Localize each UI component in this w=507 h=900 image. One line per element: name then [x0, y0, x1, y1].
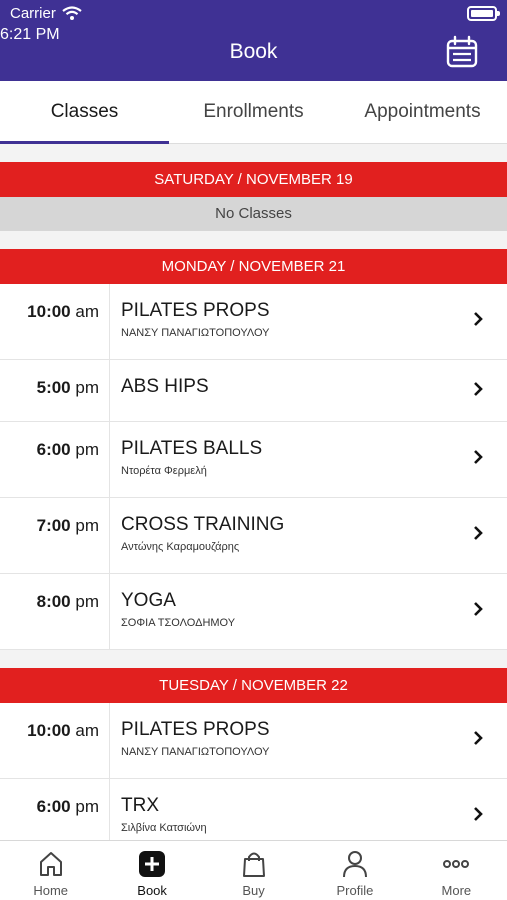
- tabbar-buy[interactable]: Buy: [203, 841, 304, 900]
- nav-header: Carrier 6:21 PM Book: [0, 0, 507, 81]
- user-icon: [342, 851, 367, 878]
- day-header: MONDAY / NOVEMBER 21: [0, 249, 507, 284]
- bottom-tab-bar: Home Book Buy Profile More: [0, 840, 507, 900]
- tabbar-more[interactable]: More: [406, 841, 507, 900]
- class-time: 5:00 pm: [0, 360, 110, 421]
- class-name: ABS HIPS: [121, 376, 209, 397]
- shopping-bag-icon: [242, 852, 265, 877]
- class-row[interactable]: 6:00 pm TRX Σιλβίνα Κατσιώνη: [0, 779, 507, 840]
- battery-icon: [467, 5, 500, 21]
- status-bar: Carrier: [0, 0, 507, 26]
- wifi-icon: [62, 6, 82, 20]
- class-schedule-list[interactable]: SATURDAY / NOVEMBER 19 No Classes MONDAY…: [0, 144, 507, 840]
- class-time: 7:00 pm: [0, 498, 110, 573]
- chevron-right-icon: [474, 450, 483, 464]
- chevron-right-icon: [474, 382, 483, 396]
- class-row[interactable]: 10:00 am PILATES PROPS ΝΑΝΣΥ ΠΑΝΑΓΙΩΤΟΠΟ…: [0, 703, 507, 779]
- class-instructor: Σιλβίνα Κατσιώνη: [121, 822, 207, 834]
- chevron-right-icon: [474, 807, 483, 821]
- tabbar-book[interactable]: Book: [101, 841, 202, 900]
- class-time: 10:00 am: [0, 284, 110, 359]
- class-row[interactable]: 5:00 pm ABS HIPS: [0, 360, 507, 422]
- calendar-icon[interactable]: [445, 35, 479, 69]
- plus-square-icon: [139, 851, 166, 877]
- tab-appointments[interactable]: Appointments: [338, 81, 507, 143]
- more-dots-icon: [443, 860, 470, 868]
- tabbar-profile[interactable]: Profile: [304, 841, 405, 900]
- class-time: 6:00 pm: [0, 779, 110, 840]
- tabbar-label: Profile: [336, 883, 374, 898]
- day-header: TUESDAY / NOVEMBER 22: [0, 668, 507, 703]
- class-instructor: ΝΑΝΣΥ ΠΑΝΑΓΙΩΤΟΠΟΥΛΟΥ: [121, 327, 270, 339]
- segment-tabs: Classes Enrollments Appointments: [0, 81, 507, 144]
- class-name: PILATES BALLS: [121, 438, 263, 459]
- chevron-right-icon: [474, 602, 483, 616]
- home-icon: [39, 852, 62, 876]
- tabbar-home[interactable]: Home: [0, 841, 101, 900]
- page-title: Book: [229, 40, 278, 63]
- class-row[interactable]: 10:00 am PILATES PROPS ΝΑΝΣΥ ΠΑΝΑΓΙΩΤΟΠΟ…: [0, 284, 507, 360]
- tab-enrollments[interactable]: Enrollments: [169, 81, 338, 143]
- class-instructor: ΝΑΝΣΥ ΠΑΝΑΓΙΩΤΟΠΟΥΛΟΥ: [121, 746, 270, 758]
- tabbar-label: Home: [33, 883, 69, 898]
- class-instructor: Ντορέτα Φερμελή: [121, 465, 207, 477]
- tabbar-label: More: [441, 883, 472, 898]
- tabbar-label: Book: [137, 883, 167, 898]
- chevron-right-icon: [474, 526, 483, 540]
- class-time: 6:00 pm: [0, 422, 110, 497]
- class-row[interactable]: 6:00 pm PILATES BALLS Ντορέτα Φερμελή: [0, 422, 507, 498]
- class-time: 8:00 pm: [0, 574, 110, 649]
- class-name: PILATES PROPS: [121, 719, 270, 740]
- chevron-right-icon: [474, 312, 483, 326]
- no-classes-label: No Classes: [0, 197, 507, 231]
- chevron-right-icon: [474, 731, 483, 745]
- class-time: 10:00 am: [0, 703, 110, 778]
- day-header: SATURDAY / NOVEMBER 19: [0, 162, 507, 197]
- class-name: CROSS TRAINING: [121, 514, 285, 535]
- carrier-label: Carrier: [10, 4, 56, 22]
- class-name: YOGA: [121, 590, 176, 611]
- class-row[interactable]: 7:00 pm CROSS TRAINING Αντώνης Καραμουζά…: [0, 498, 507, 574]
- class-row[interactable]: 8:00 pm YOGA ΣΟΦΙΑ ΤΣΟΛΟΔΗΜΟΥ: [0, 574, 507, 650]
- class-instructor: Αντώνης Καραμουζάρης: [121, 541, 240, 553]
- tabbar-label: Buy: [242, 883, 265, 898]
- tab-classes[interactable]: Classes: [0, 81, 169, 144]
- class-name: PILATES PROPS: [121, 300, 270, 321]
- class-name: TRX: [121, 795, 159, 816]
- class-instructor: ΣΟΦΙΑ ΤΣΟΛΟΔΗΜΟΥ: [121, 617, 236, 629]
